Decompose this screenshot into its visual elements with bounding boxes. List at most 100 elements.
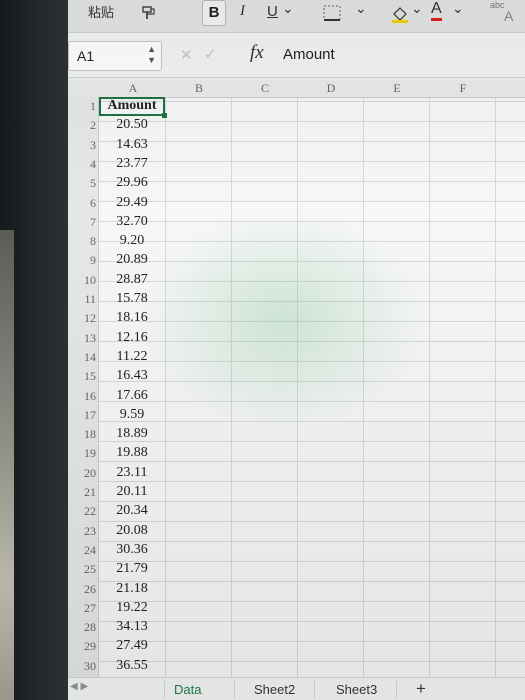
selected-cell-a1[interactable]: [99, 97, 167, 118]
table-cell[interactable]: 9.20: [101, 233, 163, 249]
text-style-label[interactable]: abc: [490, 0, 505, 10]
column-header-d[interactable]: D: [298, 81, 364, 96]
text-style-icon[interactable]: A: [504, 8, 513, 24]
ribbon-toolbar: 粘贴 B I U ⌄ ⌄ ⌄ A ⌄ abc A: [68, 0, 525, 33]
font-color-button[interactable]: A: [431, 0, 442, 21]
column-header-b[interactable]: B: [166, 81, 232, 96]
format-painter-icon[interactable]: [140, 4, 158, 26]
table-cell[interactable]: 21.79: [101, 561, 163, 577]
tab-sheet3[interactable]: Sheet3: [336, 682, 377, 697]
underline-button[interactable]: U: [267, 3, 278, 20]
table-cell[interactable]: 20.89: [101, 252, 163, 268]
row-header[interactable]: 25: [68, 562, 96, 577]
tab-divider: [164, 681, 165, 698]
row-header[interactable]: 5: [68, 176, 96, 191]
desk-background: [0, 230, 14, 700]
borders-chevron-icon[interactable]: ⌄: [355, 0, 367, 17]
column-header-a[interactable]: A: [100, 81, 166, 96]
table-cell[interactable]: 11.22: [101, 349, 163, 365]
table-cell[interactable]: 20.34: [101, 503, 163, 519]
table-cell[interactable]: 18.16: [101, 310, 163, 326]
row-header[interactable]: 1: [68, 99, 96, 114]
table-cell[interactable]: 29.96: [101, 175, 163, 191]
table-cell[interactable]: 15.78: [101, 291, 163, 307]
table-cell[interactable]: 36.55: [101, 658, 163, 674]
row-header[interactable]: 18: [68, 427, 96, 442]
row-header[interactable]: 13: [68, 331, 96, 346]
row-header[interactable]: 27: [68, 601, 96, 616]
borders-icon[interactable]: [322, 4, 344, 26]
row-header[interactable]: 4: [68, 157, 96, 172]
column-header-c[interactable]: C: [232, 81, 298, 96]
cancel-icon[interactable]: ✕: [180, 46, 193, 64]
italic-button[interactable]: I: [240, 3, 245, 20]
table-cell[interactable]: 27.49: [101, 638, 163, 654]
row-header[interactable]: 23: [68, 524, 96, 539]
row-header[interactable]: 19: [68, 446, 96, 461]
paste-button[interactable]: 粘贴: [88, 2, 114, 21]
column-header-g[interactable]: G: [496, 81, 525, 96]
table-cell[interactable]: 28.87: [101, 272, 163, 288]
row-header[interactable]: 9: [68, 253, 96, 268]
tab-data[interactable]: Data: [174, 682, 201, 697]
sheet-tabs: ◀ ▶ Data Sheet2 Sheet3 +: [68, 677, 525, 700]
sheet-nav-icon[interactable]: ◀ ▶: [70, 681, 88, 692]
table-cell[interactable]: 18.89: [101, 426, 163, 442]
table-cell[interactable]: 21.18: [101, 581, 163, 597]
row-header[interactable]: 3: [68, 138, 96, 153]
table-cell[interactable]: 16.43: [101, 368, 163, 384]
table-cell[interactable]: 9.59: [101, 407, 163, 423]
row-header[interactable]: 12: [68, 311, 96, 326]
table-cell[interactable]: 32.70: [101, 214, 163, 230]
row-header[interactable]: 2: [68, 118, 96, 133]
row-header[interactable]: 26: [68, 582, 96, 597]
table-cell[interactable]: 20.50: [101, 117, 163, 133]
column-header-e[interactable]: E: [364, 81, 430, 96]
row-header[interactable]: 15: [68, 369, 96, 384]
table-cell[interactable]: 20.11: [101, 484, 163, 500]
name-box[interactable]: A1 ▲ ▼: [68, 41, 162, 71]
bold-button[interactable]: B: [202, 0, 226, 26]
row-header[interactable]: 16: [68, 389, 96, 404]
table-cell[interactable]: 23.77: [101, 156, 163, 172]
row-header[interactable]: 8: [68, 234, 96, 249]
row-header[interactable]: 22: [68, 504, 96, 519]
column-headers: A B C D E F G: [68, 80, 525, 98]
confirm-icon[interactable]: ✓: [204, 45, 217, 63]
table-cell[interactable]: 17.66: [101, 388, 163, 404]
table-cell[interactable]: 12.16: [101, 330, 163, 346]
table-cell[interactable]: 29.49: [101, 195, 163, 211]
column-header-f[interactable]: F: [430, 81, 496, 96]
formula-input[interactable]: Amount: [283, 46, 335, 63]
underline-chevron-icon[interactable]: ⌄: [282, 0, 294, 17]
tab-sheet2[interactable]: Sheet2: [254, 682, 295, 697]
row-header[interactable]: 29: [68, 639, 96, 654]
add-sheet-button[interactable]: +: [416, 679, 426, 699]
tab-divider: [396, 681, 397, 698]
row-header[interactable]: 24: [68, 543, 96, 558]
row-header[interactable]: 21: [68, 485, 96, 500]
table-cell[interactable]: 20.08: [101, 523, 163, 539]
row-header[interactable]: 14: [68, 350, 96, 365]
tab-divider: [234, 681, 235, 698]
fill-color-chevron-icon[interactable]: ⌄: [411, 0, 423, 17]
table-cell[interactable]: 30.36: [101, 542, 163, 558]
row-header[interactable]: 17: [68, 408, 96, 423]
row-header[interactable]: 28: [68, 620, 96, 635]
name-box-stepper-icon[interactable]: ▲ ▼: [147, 44, 156, 66]
table-cell[interactable]: 34.13: [101, 619, 163, 635]
name-box-value: A1: [77, 48, 95, 64]
table-cell[interactable]: 14.63: [101, 137, 163, 153]
row-header[interactable]: 10: [68, 273, 96, 288]
font-color-chevron-icon[interactable]: ⌄: [452, 0, 464, 17]
row-header[interactable]: 7: [68, 215, 96, 230]
fill-color-icon[interactable]: [390, 4, 410, 28]
row-header[interactable]: 6: [68, 196, 96, 211]
row-header[interactable]: 30: [68, 659, 96, 674]
table-cell[interactable]: 19.88: [101, 445, 163, 461]
table-cell[interactable]: 19.22: [101, 600, 163, 616]
table-cell[interactable]: 23.11: [101, 465, 163, 481]
row-header[interactable]: 11: [68, 292, 96, 307]
fx-icon[interactable]: fx: [250, 42, 264, 64]
row-header[interactable]: 20: [68, 466, 96, 481]
